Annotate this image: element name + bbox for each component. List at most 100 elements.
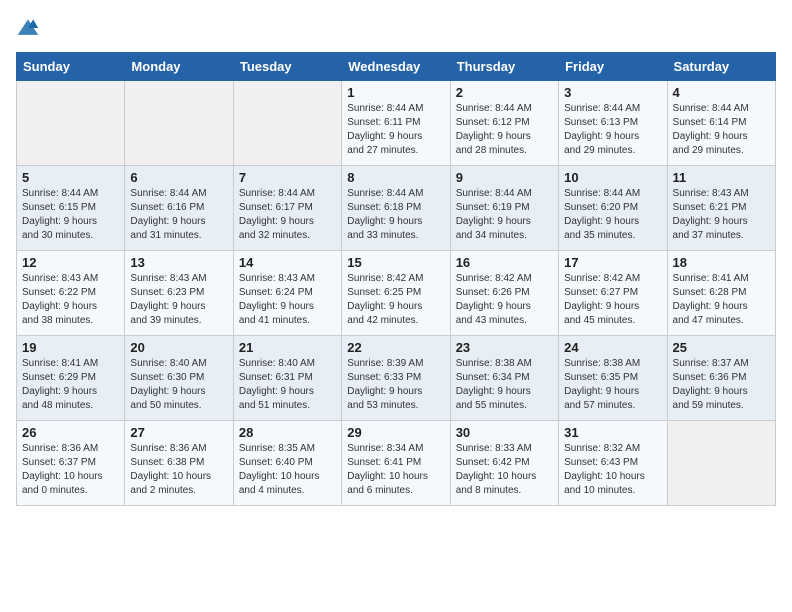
day-detail: Sunrise: 8:36 AMSunset: 6:37 PMDaylight:… [22,442,119,498]
day-number: 28 [239,425,336,440]
day-detail: Sunrise: 8:43 AMSunset: 6:24 PMDaylight:… [239,272,336,328]
day-number: 14 [239,255,336,270]
day-number: 2 [456,85,553,100]
calendar-cell: 3Sunrise: 8:44 AMSunset: 6:13 PMDaylight… [559,81,667,166]
calendar-week-row: 5 Sunrise: 8:44 AMSunset: 6:15 PMDaylight… [17,166,776,251]
calendar-cell: 17 Sunrise: 8:42 AMSunset: 6:27 PMDayligh… [559,251,667,336]
day-detail: Sunrise: 8:43 AMSunset: 6:23 PMDaylight:… [130,272,227,328]
calendar-cell: 24 Sunrise: 8:38 AMSunset: 6:35 PMDayligh… [559,336,667,421]
calendar-cell: 31 Sunrise: 8:32 AMSunset: 6:43 PMDayligh… [559,421,667,506]
logo-icon [16,16,40,40]
day-number: 24 [564,340,661,355]
calendar-cell: 22 Sunrise: 8:39 AMSunset: 6:33 PMDayligh… [342,336,450,421]
day-detail: Sunrise: 8:42 AMSunset: 6:26 PMDaylight:… [456,272,553,328]
logo [16,16,44,40]
day-number: 7 [239,170,336,185]
day-detail: Sunrise: 8:44 AMSunset: 6:14 PMDaylight:… [673,102,770,158]
day-detail: Sunrise: 8:39 AMSunset: 6:33 PMDaylight:… [347,357,444,413]
calendar-cell: 27Sunrise: 8:36 AMSunset: 6:38 PMDayligh… [125,421,233,506]
day-detail: Sunrise: 8:34 AMSunset: 6:41 PMDaylight:… [347,442,444,498]
weekday-header-monday: Monday [125,53,233,81]
day-number: 18 [673,255,770,270]
weekday-header-wednesday: Wednesday [342,53,450,81]
calendar-cell [233,81,341,166]
day-number: 17 [564,255,661,270]
calendar-cell: 2 Sunrise: 8:44 AMSunset: 6:12 PMDaylight… [450,81,558,166]
day-number: 6 [130,170,227,185]
day-number: 4 [673,85,770,100]
day-detail: Sunrise: 8:44 AMSunset: 6:17 PMDaylight:… [239,187,336,243]
calendar-cell: 26 Sunrise: 8:36 AMSunset: 6:37 PMDayligh… [17,421,125,506]
calendar-week-row: 12 Sunrise: 8:43 AMSunset: 6:22 PMDayligh… [17,251,776,336]
day-number: 21 [239,340,336,355]
day-detail: Sunrise: 8:36 AMSunset: 6:38 PMDaylight:… [130,442,227,498]
day-detail: Sunrise: 8:38 AMSunset: 6:34 PMDaylight:… [456,357,553,413]
calendar-cell: 20 Sunrise: 8:40 AMSunset: 6:30 PMDayligh… [125,336,233,421]
day-detail: Sunrise: 8:44 AMSunset: 6:11 PMDaylight:… [347,102,444,158]
weekday-header-saturday: Saturday [667,53,775,81]
day-number: 9 [456,170,553,185]
calendar-cell [125,81,233,166]
calendar-cell: 1 Sunrise: 8:44 AMSunset: 6:11 PMDaylight… [342,81,450,166]
day-detail: Sunrise: 8:44 AMSunset: 6:15 PMDaylight:… [22,187,119,243]
calendar-cell: 18 Sunrise: 8:41 AMSunset: 6:28 PMDayligh… [667,251,775,336]
weekday-header-sunday: Sunday [17,53,125,81]
calendar-cell [17,81,125,166]
calendar-week-row: 19 Sunrise: 8:41 AMSunset: 6:29 PMDayligh… [17,336,776,421]
day-detail: Sunrise: 8:33 AMSunset: 6:42 PMDaylight:… [456,442,553,498]
calendar-cell: 11 Sunrise: 8:43 AMSunset: 6:21 PMDayligh… [667,166,775,251]
day-number: 8 [347,170,444,185]
day-number: 25 [673,340,770,355]
calendar-table: SundayMondayTuesdayWednesdayThursdayFrid… [16,52,776,506]
day-detail: Sunrise: 8:44 AMSunset: 6:20 PMDaylight:… [564,187,661,243]
day-detail: Sunrise: 8:42 AMSunset: 6:25 PMDaylight:… [347,272,444,328]
day-number: 19 [22,340,119,355]
day-detail: Sunrise: 8:41 AMSunset: 6:29 PMDaylight:… [22,357,119,413]
calendar-cell: 7 Sunrise: 8:44 AMSunset: 6:17 PMDaylight… [233,166,341,251]
weekday-header-thursday: Thursday [450,53,558,81]
day-number: 20 [130,340,227,355]
calendar-cell: 23 Sunrise: 8:38 AMSunset: 6:34 PMDayligh… [450,336,558,421]
day-number: 26 [22,425,119,440]
day-number: 22 [347,340,444,355]
day-number: 29 [347,425,444,440]
calendar-cell: 16Sunrise: 8:42 AMSunset: 6:26 PMDayligh… [450,251,558,336]
day-detail: Sunrise: 8:40 AMSunset: 6:30 PMDaylight:… [130,357,227,413]
calendar-cell: 9 Sunrise: 8:44 AMSunset: 6:19 PMDaylight… [450,166,558,251]
day-detail: Sunrise: 8:44 AMSunset: 6:19 PMDaylight:… [456,187,553,243]
calendar-cell: 8Sunrise: 8:44 AMSunset: 6:18 PMDaylight… [342,166,450,251]
calendar-week-row: 1 Sunrise: 8:44 AMSunset: 6:11 PMDaylight… [17,81,776,166]
day-detail: Sunrise: 8:43 AMSunset: 6:22 PMDaylight:… [22,272,119,328]
calendar-cell: 13 Sunrise: 8:43 AMSunset: 6:23 PMDayligh… [125,251,233,336]
day-detail: Sunrise: 8:40 AMSunset: 6:31 PMDaylight:… [239,357,336,413]
day-number: 1 [347,85,444,100]
calendar-cell: 21 Sunrise: 8:40 AMSunset: 6:31 PMDayligh… [233,336,341,421]
calendar-cell: 12 Sunrise: 8:43 AMSunset: 6:22 PMDayligh… [17,251,125,336]
calendar-cell: 10 Sunrise: 8:44 AMSunset: 6:20 PMDayligh… [559,166,667,251]
calendar-cell: 19 Sunrise: 8:41 AMSunset: 6:29 PMDayligh… [17,336,125,421]
day-number: 12 [22,255,119,270]
day-detail: Sunrise: 8:42 AMSunset: 6:27 PMDaylight:… [564,272,661,328]
page-header [16,16,776,40]
day-detail: Sunrise: 8:44 AMSunset: 6:12 PMDaylight:… [456,102,553,158]
calendar-cell: 30 Sunrise: 8:33 AMSunset: 6:42 PMDayligh… [450,421,558,506]
day-detail: Sunrise: 8:43 AMSunset: 6:21 PMDaylight:… [673,187,770,243]
calendar-week-row: 26 Sunrise: 8:36 AMSunset: 6:37 PMDayligh… [17,421,776,506]
day-detail: Sunrise: 8:32 AMSunset: 6:43 PMDaylight:… [564,442,661,498]
calendar-cell: 14 Sunrise: 8:43 AMSunset: 6:24 PMDayligh… [233,251,341,336]
day-number: 30 [456,425,553,440]
day-detail: Sunrise: 8:41 AMSunset: 6:28 PMDaylight:… [673,272,770,328]
day-detail: Sunrise: 8:38 AMSunset: 6:35 PMDaylight:… [564,357,661,413]
weekday-header-row: SundayMondayTuesdayWednesdayThursdayFrid… [17,53,776,81]
day-number: 11 [673,170,770,185]
calendar-cell: 5 Sunrise: 8:44 AMSunset: 6:15 PMDaylight… [17,166,125,251]
day-number: 13 [130,255,227,270]
day-number: 10 [564,170,661,185]
day-number: 5 [22,170,119,185]
calendar-cell [667,421,775,506]
day-detail: Sunrise: 8:44 AMSunset: 6:16 PMDaylight:… [130,187,227,243]
day-number: 31 [564,425,661,440]
day-number: 23 [456,340,553,355]
calendar-cell: 6 Sunrise: 8:44 AMSunset: 6:16 PMDaylight… [125,166,233,251]
calendar-cell: 4 Sunrise: 8:44 AMSunset: 6:14 PMDaylight… [667,81,775,166]
